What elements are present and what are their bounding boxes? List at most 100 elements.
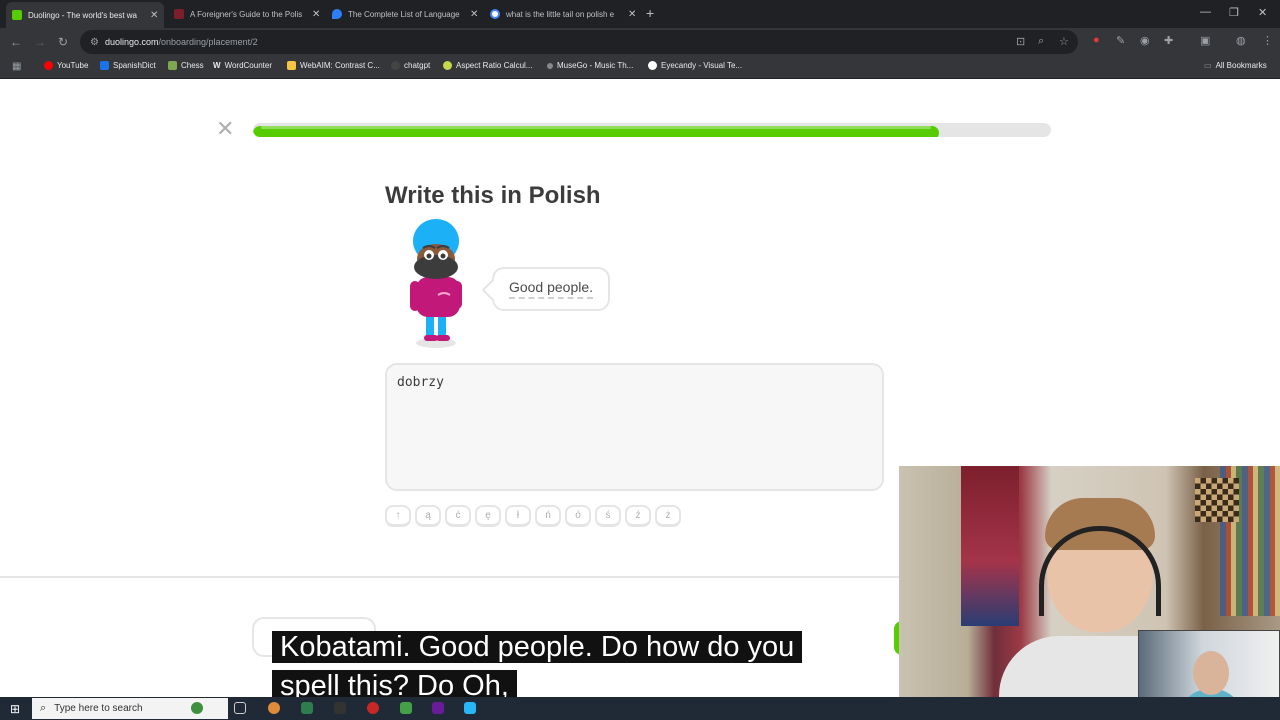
- bookmark-label: chatgpt: [404, 61, 431, 70]
- tab-foreigners-guide[interactable]: A Foreigner's Guide to the Polis ✕: [174, 4, 320, 24]
- folder-icon: ▭: [1204, 61, 1212, 70]
- tab-google-search[interactable]: what is the little tail on polish e ✕: [490, 4, 636, 24]
- bookmark-label: MuseGo - Music Th...: [557, 61, 634, 70]
- install-app-icon[interactable]: ⊡: [1016, 35, 1025, 48]
- extension-camera-icon[interactable]: ◉: [1140, 34, 1150, 47]
- restore-icon[interactable]: ❐: [1229, 6, 1239, 19]
- minimize-icon[interactable]: —: [1200, 6, 1211, 18]
- chess-pawn-icon: [168, 61, 177, 70]
- menu-kebab-icon[interactable]: ⋮: [1262, 34, 1273, 47]
- tab-close-icon[interactable]: ✕: [150, 10, 158, 21]
- app-icon[interactable]: [400, 702, 412, 714]
- tab-language-list[interactable]: The Complete List of Language ✕: [332, 4, 478, 24]
- char-key-z-acute[interactable]: ź: [625, 505, 651, 527]
- char-key-s-acute[interactable]: ś: [595, 505, 621, 527]
- windows-taskbar: ⊞ ⌕ Type here to search: [0, 697, 1280, 720]
- tab-close-icon[interactable]: ✕: [628, 9, 636, 20]
- bookmark-label: YouTube: [57, 61, 89, 70]
- profile-avatar-icon[interactable]: ◍: [1236, 34, 1246, 47]
- duolingo-favicon-icon: [12, 10, 22, 20]
- person-face: [1193, 651, 1229, 695]
- bookmark-wordcounter[interactable]: W WordCounter: [213, 61, 272, 70]
- task-view-icon[interactable]: [234, 702, 246, 714]
- bookmark-webaim[interactable]: WebAIM: Contrast C...: [287, 61, 380, 70]
- char-key-o-acute[interactable]: ó: [565, 505, 591, 527]
- tab-duolingo[interactable]: Duolingo - The world's best wa ✕: [6, 2, 165, 28]
- all-bookmarks-label: All Bookmarks: [1215, 61, 1267, 70]
- shift-key[interactable]: ↑: [385, 505, 411, 527]
- url-host: duolingo.com: [104, 37, 159, 47]
- bookmark-label: Chess: [181, 61, 204, 70]
- browser-toolbar: ← → ↻ ⚙ duolingo.com/onboarding/placemen…: [0, 28, 1280, 56]
- app-icon[interactable]: [301, 702, 313, 714]
- address-bar[interactable]: ⚙ duolingo.com/onboarding/placement/2 ⊡ …: [80, 30, 1078, 54]
- bookmark-musego[interactable]: MuseGo - Music Th...: [547, 61, 633, 70]
- all-bookmarks[interactable]: ▭ All Bookmarks: [1204, 61, 1267, 70]
- spanishdict-icon: [100, 61, 109, 70]
- eyecandy-icon: [648, 61, 657, 70]
- char-key-e-ogonek[interactable]: ę: [475, 505, 501, 527]
- chrome-icon[interactable]: [268, 702, 280, 714]
- chessboard-decor: [1195, 478, 1239, 522]
- char-key-z-dot[interactable]: ż: [655, 505, 681, 527]
- wall-flag: [961, 466, 1019, 626]
- extensions-puzzle-icon[interactable]: ✚: [1164, 34, 1173, 47]
- window-close-icon[interactable]: ✕: [1258, 6, 1267, 19]
- site-info-icon[interactable]: ⚙: [90, 37, 99, 48]
- taskbar-search-placeholder: Type here to search: [54, 703, 143, 714]
- search-icon: ⌕: [40, 702, 47, 714]
- bookmark-youtube[interactable]: YouTube: [44, 61, 88, 70]
- char-key-n-acute[interactable]: ń: [535, 505, 561, 527]
- back-arrow-icon[interactable]: ←: [10, 35, 22, 49]
- prompt-speech-bubble[interactable]: Good people.: [492, 267, 610, 311]
- app-icon[interactable]: [334, 702, 346, 714]
- progress-fill: [253, 126, 940, 137]
- tab-title: The Complete List of Language: [348, 9, 460, 19]
- reload-icon[interactable]: ↻: [58, 35, 68, 49]
- prompt-text[interactable]: Good people.: [508, 279, 594, 299]
- bookmark-label: Eyecandy - Visual Te...: [661, 61, 743, 70]
- answer-textarea[interactable]: dobrzy: [385, 363, 884, 491]
- bookmark-label: WordCounter: [224, 61, 272, 70]
- tab-title: what is the little tail on polish e: [506, 9, 615, 19]
- tab-title: A Foreigner's Guide to the Polis: [190, 9, 303, 19]
- bookmark-chatgpt[interactable]: chatgpt: [391, 61, 430, 70]
- windows-start-icon[interactable]: ⊞: [10, 702, 20, 716]
- bookmarks-bar: ▦ YouTube SpanishDict Chess W WordCounter…: [0, 56, 1280, 79]
- bookmark-aspect-ratio[interactable]: Aspect Ratio Calcul...: [443, 61, 532, 70]
- bookmark-label: WebAIM: Contrast C...: [300, 61, 380, 70]
- site-favicon-icon: [174, 9, 184, 19]
- app-icon[interactable]: [367, 702, 379, 714]
- bookmark-spanishdict[interactable]: SpanishDict: [100, 61, 156, 70]
- tab-close-icon[interactable]: ✕: [470, 9, 478, 20]
- forward-arrow-icon[interactable]: →: [34, 35, 46, 49]
- aspect-ratio-icon: [443, 61, 452, 70]
- new-tab-button[interactable]: +: [646, 5, 654, 21]
- exercise-heading: Write this in Polish: [385, 182, 601, 209]
- side-panel-icon[interactable]: ▣: [1200, 34, 1210, 47]
- app-icon[interactable]: [464, 702, 476, 714]
- char-key-a-ogonek[interactable]: ą: [415, 505, 441, 527]
- chatgpt-icon: [391, 61, 400, 70]
- char-key-l-stroke[interactable]: ł: [505, 505, 531, 527]
- bookmark-chess[interactable]: Chess: [168, 61, 204, 70]
- bookmark-star-icon[interactable]: ☆: [1059, 35, 1069, 48]
- duolingo-character-illustration: [410, 219, 462, 348]
- url-path: /onboarding/placement/2: [158, 37, 258, 47]
- bookmark-label: Aspect Ratio Calcul...: [456, 61, 533, 70]
- close-lesson-icon[interactable]: ✕: [216, 118, 234, 140]
- extension-red-icon[interactable]: ●: [1093, 34, 1100, 46]
- extension-pen-icon[interactable]: ✎: [1116, 34, 1125, 47]
- video-caption: Kobatami. Good people. Do how do you spe…: [272, 628, 848, 706]
- webaim-icon: [287, 61, 296, 70]
- bookmark-eyecandy[interactable]: Eyecandy - Visual Te...: [648, 61, 742, 70]
- plant-icon[interactable]: [191, 702, 203, 714]
- adobe-icon[interactable]: [432, 702, 444, 714]
- lesson-progress-bar: [253, 123, 1051, 137]
- zoom-icon[interactable]: ⌕: [1038, 35, 1044, 48]
- apps-grid-icon[interactable]: ▦: [12, 61, 21, 72]
- tab-close-icon[interactable]: ✕: [312, 9, 320, 20]
- char-key-c-acute[interactable]: ć: [445, 505, 471, 527]
- google-favicon-icon: [490, 9, 500, 19]
- caption-line-1: Kobatami. Good people. Do how do you: [272, 631, 803, 663]
